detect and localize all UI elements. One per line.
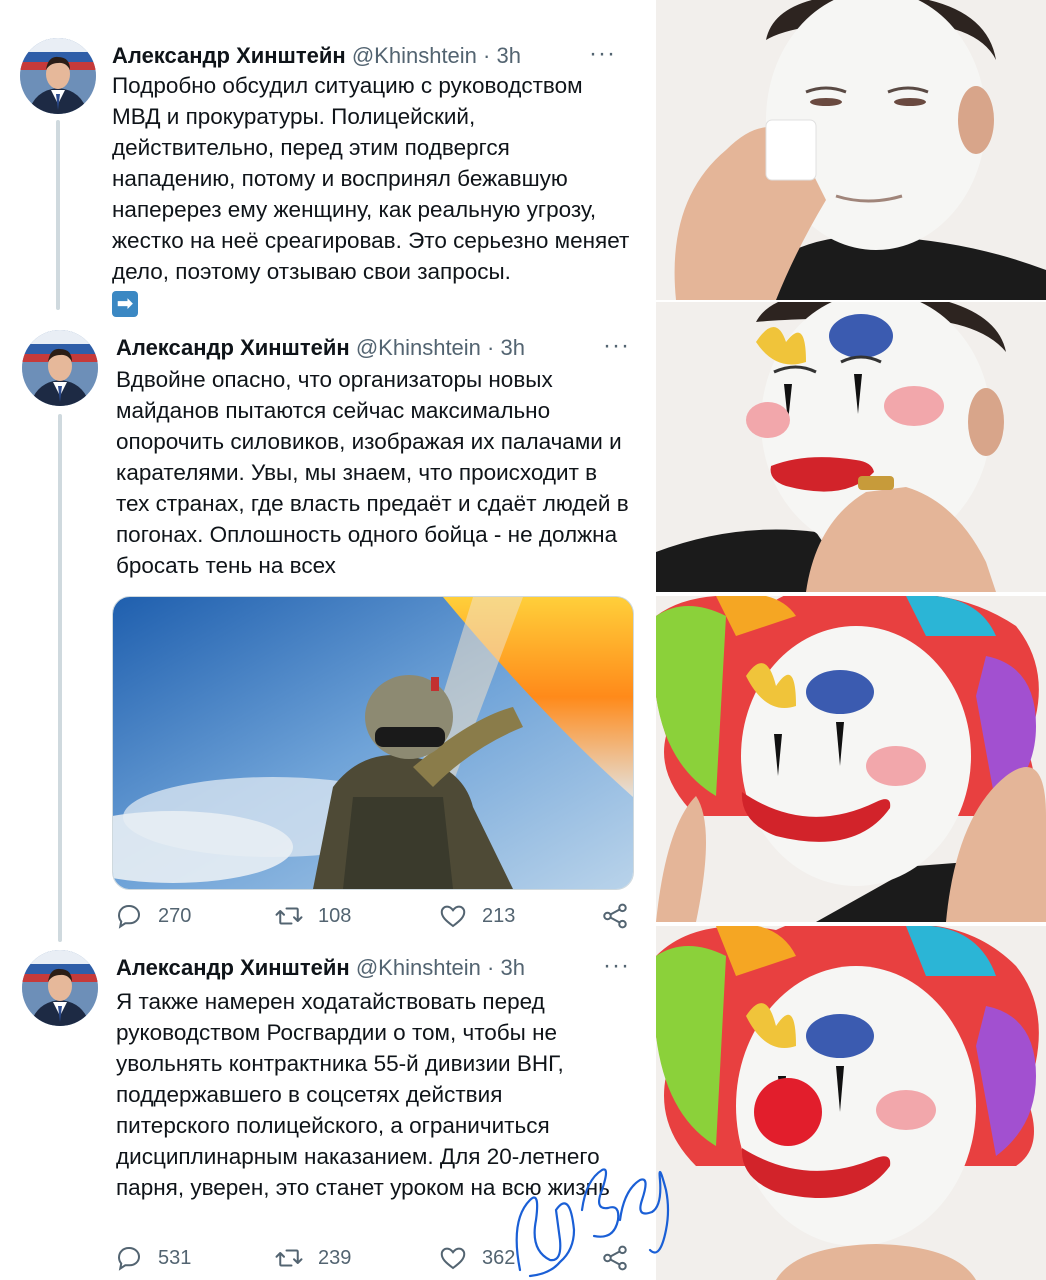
clown-panel-1 <box>656 0 1046 300</box>
tweet-header: Александр Хинштейн @Khinshtein · 3h <box>116 950 525 986</box>
avatar[interactable] <box>22 950 98 1026</box>
clown-panel-4 <box>656 926 1046 1280</box>
more-options-icon[interactable]: ··· <box>603 328 630 364</box>
timestamp[interactable]: 3h <box>501 955 525 980</box>
tweet-text: Подробно обсудил ситуацию с руководством… <box>112 70 632 318</box>
share-icon <box>603 903 627 929</box>
clown-face-image <box>656 926 1046 1280</box>
reply-button[interactable]: 531 <box>114 1240 191 1276</box>
clown-face-image <box>656 0 1046 300</box>
avatar-image <box>22 950 98 1026</box>
soldier-image <box>113 597 633 889</box>
author-handle[interactable]: @Khinshtein <box>356 335 481 360</box>
author-name[interactable]: Александр Хинштейн <box>112 43 346 68</box>
author-name[interactable]: Александр Хинштейн <box>116 955 350 980</box>
retweet-icon <box>275 907 303 925</box>
clown-face-image <box>656 302 1046 592</box>
tweet-text: Вдвойне опасно, что организаторы новых м… <box>116 367 629 578</box>
reply-count: 270 <box>158 904 192 927</box>
reply-icon <box>117 1246 141 1271</box>
author-handle[interactable]: @Khinshtein <box>356 955 481 980</box>
timestamp[interactable]: 3h <box>497 43 521 68</box>
thread-line <box>56 120 60 310</box>
retweet-count: 239 <box>318 1246 352 1269</box>
like-count: 213 <box>482 904 516 927</box>
more-options-icon[interactable]: ··· <box>589 36 616 72</box>
author-name[interactable]: Александр Хинштейн <box>116 335 350 360</box>
timestamp[interactable]: 3h <box>501 335 525 360</box>
tweet-text-content: Подробно обсудил ситуацию с руководством… <box>112 73 630 284</box>
more-options-icon[interactable]: ··· <box>603 948 630 984</box>
separator: · <box>487 955 495 980</box>
handwritten-signature <box>515 1168 670 1278</box>
separator: · <box>487 335 495 360</box>
right-arrow-icon: ➡ <box>112 291 138 317</box>
avatar[interactable] <box>20 38 96 114</box>
clown-face-image <box>656 596 1046 922</box>
avatar-image <box>22 330 98 406</box>
thread-line <box>58 414 62 942</box>
tweet-header: Александр Хинштейн @Khinshtein · 3h <box>116 330 525 366</box>
clown-panel-2 <box>656 302 1046 592</box>
reply-button[interactable]: 270 <box>114 898 191 934</box>
tweet-header: Александр Хинштейн @Khinshtein · 3h <box>112 38 521 74</box>
like-button[interactable]: 213 <box>438 898 515 934</box>
tweet-thread: Александр Хинштейн @Khinshtein · 3h ··· … <box>0 0 652 1280</box>
retweet-icon <box>275 1249 303 1267</box>
retweet-count: 108 <box>318 904 352 927</box>
tweet-actions: 270 108 213 <box>112 898 632 934</box>
heart-icon <box>440 905 466 928</box>
avatar[interactable] <box>22 330 98 406</box>
retweet-button[interactable]: 239 <box>274 1240 351 1276</box>
author-handle[interactable]: @Khinshtein <box>352 43 477 68</box>
heart-icon <box>440 1247 466 1270</box>
retweet-button[interactable]: 108 <box>274 898 351 934</box>
reply-icon <box>117 904 141 929</box>
tweet-media-image[interactable] <box>112 596 634 890</box>
share-button[interactable] <box>600 898 630 934</box>
reply-count: 531 <box>158 1246 192 1269</box>
clown-panel-3 <box>656 596 1046 922</box>
separator: · <box>483 43 491 68</box>
clown-meme <box>656 0 1046 1280</box>
avatar-image <box>20 38 96 114</box>
